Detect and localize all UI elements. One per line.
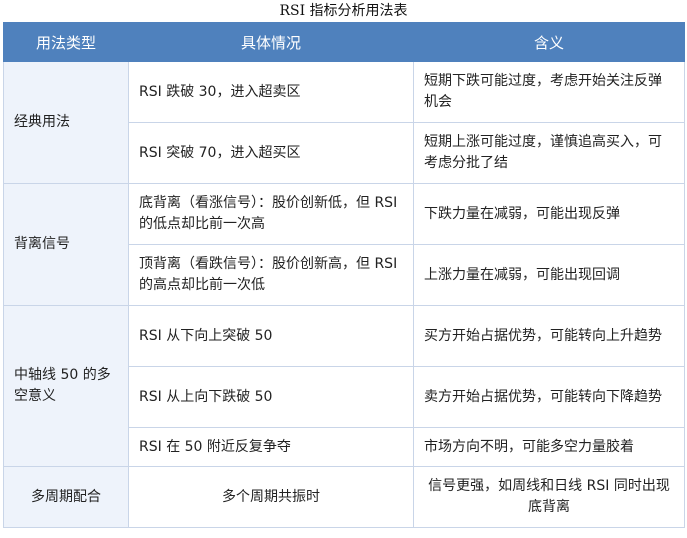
rsi-usage-table: 用法类型 具体情况 含义 经典用法 RSI 跌破 30，进入超卖区 短期下跌可能… <box>3 22 685 528</box>
table-row: 中轴线 50 的多空意义 RSI 从下向上突破 50 买方开始占据优势，可能转向… <box>3 305 685 467</box>
meaning-cell: 上涨力量在减弱，可能出现回调 <box>413 244 685 306</box>
situation-cell: 多个周期共振时 <box>128 466 414 528</box>
category-cell: 多周期配合 <box>3 466 129 528</box>
situation-cell: RSI 从下向上突破 50 <box>128 305 414 367</box>
category-cell: 背离信号 <box>3 183 129 306</box>
meaning-cell: 短期下跌可能过度，考虑开始关注反弹机会 <box>413 61 685 123</box>
category-cell: 经典用法 <box>3 61 129 184</box>
table-row: 经典用法 RSI 跌破 30，进入超卖区 短期下跌可能过度，考虑开始关注反弹机会 <box>3 61 685 184</box>
situation-cell: RSI 突破 70，进入超买区 <box>128 122 414 184</box>
header-meaning: 含义 <box>413 22 685 62</box>
header-situation: 具体情况 <box>128 22 414 62</box>
situation-cell: RSI 从上向下跌破 50 <box>128 366 414 428</box>
meaning-cell: 买方开始占据优势，可能转向上升趋势 <box>413 305 685 367</box>
situation-cell: 顶背离（看跌信号）：股价创新高，但 RSI 的高点却比前一次低 <box>128 244 414 306</box>
meaning-cell: 信号更强，如周线和日线 RSI 同时出现底背离 <box>413 466 685 528</box>
meaning-cell: 短期上涨可能过度，谨慎追高买入，可考虑分批了结 <box>413 122 685 184</box>
table-caption: RSI 指标分析用法表 <box>279 3 408 19</box>
header-usage-type: 用法类型 <box>3 22 129 62</box>
meaning-cell: 市场方向不明，可能多空力量胶着 <box>413 427 685 467</box>
table-row: 多周期配合 多个周期共振时 信号更强，如周线和日线 RSI 同时出现底背离 <box>3 466 685 528</box>
situation-cell: RSI 跌破 30，进入超卖区 <box>128 61 414 123</box>
meaning-cell: 下跌力量在减弱，可能出现反弹 <box>413 183 685 245</box>
table-row: 背离信号 底背离（看涨信号）：股价创新低，但 RSI 的低点却比前一次高 下跌力… <box>3 183 685 306</box>
category-cell: 中轴线 50 的多空意义 <box>3 305 129 467</box>
header-row: 用法类型 具体情况 含义 <box>3 22 685 62</box>
situation-cell: RSI 在 50 附近反复争夺 <box>128 427 414 467</box>
meaning-cell: 卖方开始占据优势，可能转向下降趋势 <box>413 366 685 428</box>
situation-cell: 底背离（看涨信号）：股价创新低，但 RSI 的低点却比前一次高 <box>128 183 414 245</box>
